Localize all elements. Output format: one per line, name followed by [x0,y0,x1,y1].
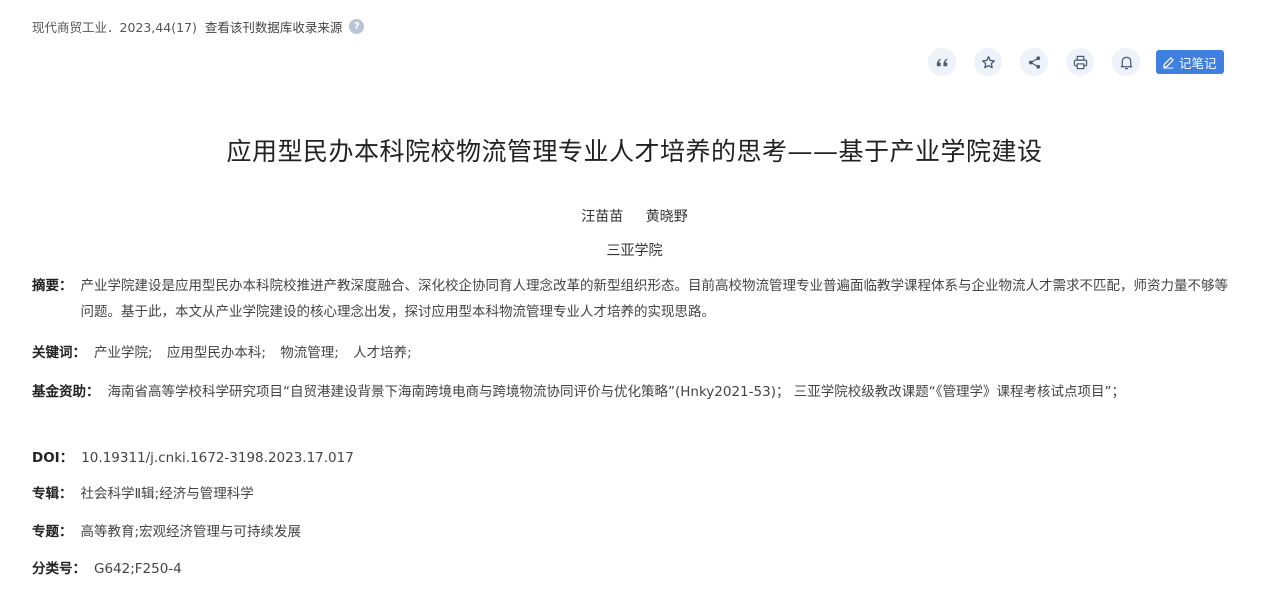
abstract-text: 产业学院建设是应用型民办本科院校推进产教深度融合、深化校企协同育人理念改革的新型… [80,278,1229,320]
take-note-button[interactable]: 记笔记 [1156,50,1224,74]
classification-row: 分类号： G642;F250-4 [32,556,1237,582]
keyword-link[interactable]: 物流管理; [280,345,339,361]
keyword-link[interactable]: 应用型民办本科; [167,345,266,361]
star-icon [981,55,995,68]
keyword-link[interactable]: 人才培养; [353,345,412,361]
subscribe-button[interactable] [1112,48,1140,76]
keywords-label: 关键词： [32,345,86,361]
classification-label: 分类号： [32,561,86,577]
funding-text[interactable]: 海南省高等学校科学研究项目“自贸港建设背景下海南跨境电商与跨境物流协同评价与优化… [108,379,1238,405]
series-value: 社会科学Ⅱ辑;经济与管理科学 [80,486,254,502]
abstract-label: 摘要： [32,278,73,294]
topic-label: 专题： [32,524,73,540]
funding-label: 基金资助： [32,384,100,400]
share-icon [1028,55,1040,69]
quote-button[interactable] [928,48,956,76]
print-icon [1073,55,1087,69]
pencil-icon [1163,56,1174,69]
help-icon[interactable]: ? [349,19,365,34]
keywords-row: 关键词： 产业学院; 应用型民办本科; 物流管理; 人才培养; [32,340,1237,366]
abstract-row: 摘要： 产业学院建设是应用型民办本科院校推进产教深度融合、深化校企协同育人理念改… [32,273,1237,325]
article-toolbar: 记笔记 [928,48,1224,76]
doi-value: 10.19311/j.cnki.1672-3198.2023.17.017 [81,450,354,466]
author-link[interactable]: 黄晓野 [646,209,688,225]
funding-row: 基金资助： 海南省高等学校科学研究项目“自贸港建设背景下海南跨境电商与跨境物流协… [32,379,1237,405]
doi-row: DOI： 10.19311/j.cnki.1672-3198.2023.17.0… [32,445,1237,471]
topic-value: 高等教育;宏观经济管理与可持续发展 [80,524,302,540]
organization-link[interactable]: 三亚学院 [0,240,1269,260]
doi-label: DOI： [32,450,74,466]
series-label: 专辑： [32,486,73,502]
print-button[interactable] [1066,48,1094,76]
quote-icon [936,58,947,66]
topic-row: 专题： 高等教育;宏观经济管理与可持续发展 [32,519,1237,545]
share-button[interactable] [1020,48,1048,76]
db-source-link[interactable]: 查看该刊数据库收录来源 [205,17,343,36]
classification-value: G642;F250-4 [94,561,182,577]
keyword-link[interactable]: 产业学院; [94,345,153,361]
journal-info[interactable]: 现代商贸工业．2023,44(17) [32,17,197,36]
bell-icon [1120,56,1132,69]
series-row: 专辑： 社会科学Ⅱ辑;经济与管理科学 [32,481,1237,507]
source-line: 现代商贸工业．2023,44(17) 查看该刊数据库收录来源 ? [32,17,365,36]
favorite-button[interactable] [974,48,1002,76]
article-title: 应用型民办本科院校物流管理专业人才培养的思考——基于产业学院建设 [226,137,1043,166]
author-list: 汪苗苗 黄晓野 [0,206,1269,226]
author-link[interactable]: 汪苗苗 [581,209,623,225]
take-note-label: 记笔记 [1179,55,1217,71]
keywords-list: 产业学院; 应用型民办本科; 物流管理; 人才培养; [94,340,1237,366]
